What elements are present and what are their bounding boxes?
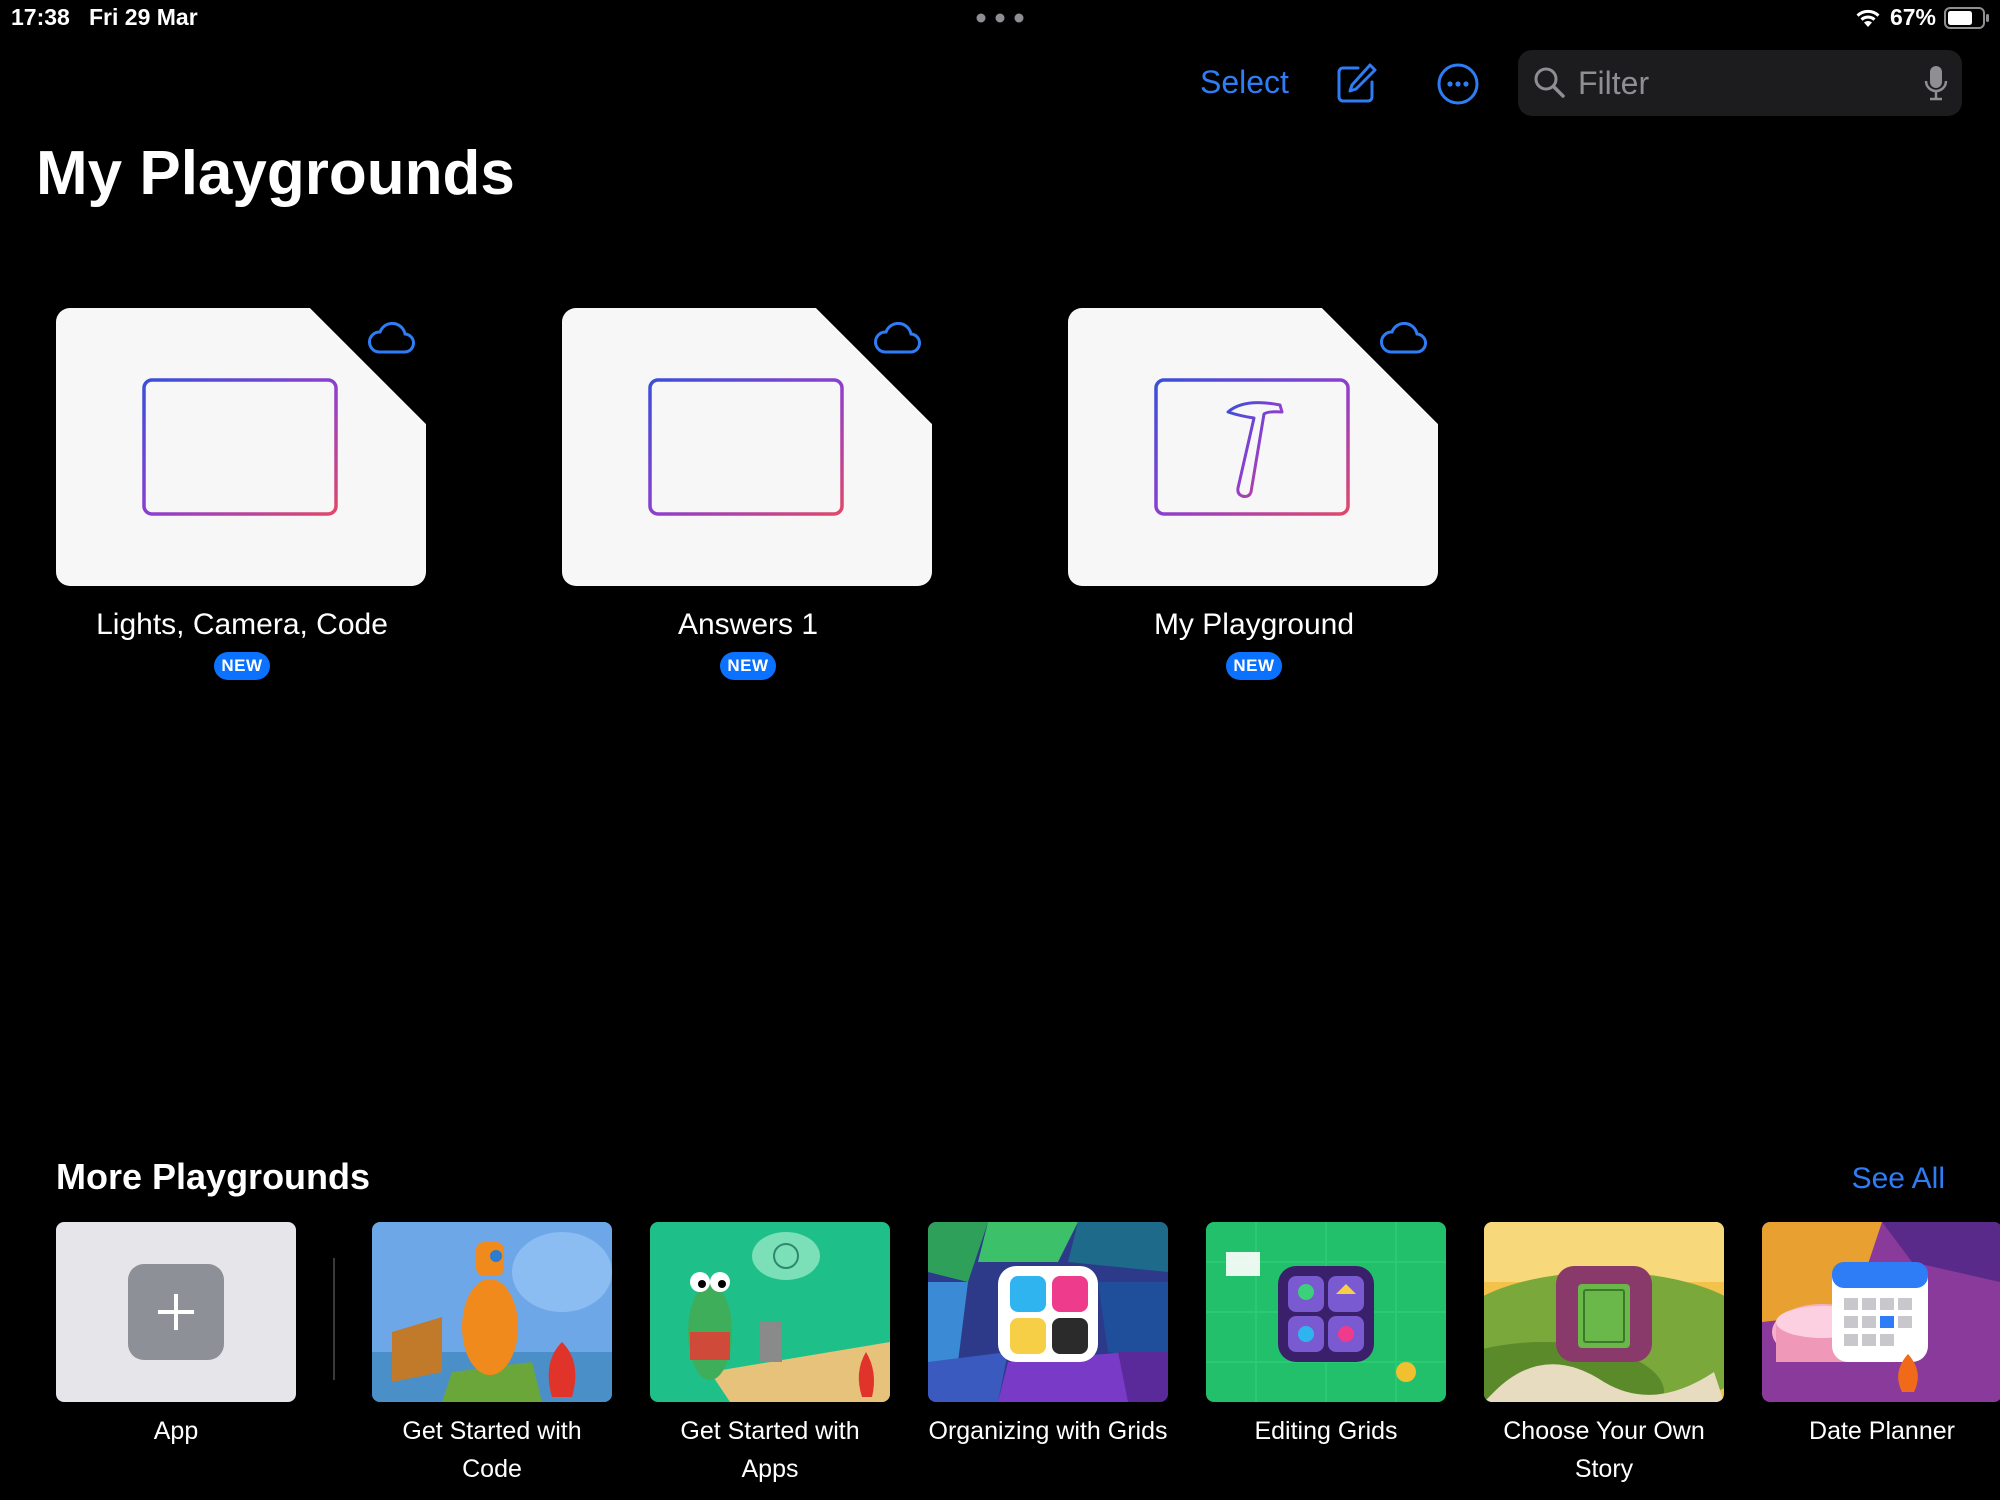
select-button[interactable]: Select xyxy=(1200,64,1289,101)
battery-icon xyxy=(1944,6,1989,29)
playground-name: My Playground xyxy=(1153,608,1355,641)
playground-card[interactable]: Lights, Camera, Code NEW xyxy=(56,308,428,680)
status-time: 17:38 xyxy=(11,4,70,30)
tile-thumbnail[interactable] xyxy=(650,1222,890,1402)
section-title: More Playgrounds xyxy=(56,1156,371,1197)
divider xyxy=(333,1258,335,1380)
page-title: My Playgrounds xyxy=(36,139,515,208)
playground-document-icon[interactable] xyxy=(56,308,426,586)
search-placeholder: Filter xyxy=(1578,65,1650,101)
filter-search-field[interactable]: Filter xyxy=(1518,50,1962,116)
tile-label: Get Started with Code xyxy=(402,1417,582,1483)
icloud-icon xyxy=(1380,322,1427,354)
playground-name: Answers 1 xyxy=(677,608,819,641)
tile-label: Date Planner xyxy=(1809,1417,1955,1445)
see-all-link[interactable]: See All xyxy=(1852,1162,1945,1196)
tile-thumbnail[interactable] xyxy=(928,1222,1168,1402)
new-badge: NEW xyxy=(214,652,270,680)
new-badge: NEW xyxy=(720,652,776,680)
playground-document-icon[interactable] xyxy=(1068,308,1438,586)
new-badge: NEW xyxy=(1226,652,1282,680)
tile-thumbnail[interactable] xyxy=(372,1222,612,1402)
icloud-icon xyxy=(368,322,415,354)
compose-icon[interactable] xyxy=(1334,62,1378,106)
tile-thumbnail[interactable] xyxy=(56,1222,296,1402)
playground-name: Lights, Camera, Code xyxy=(96,608,388,641)
tile-label: Get Started with Apps xyxy=(680,1417,860,1483)
playground-card[interactable]: Answers 1 NEW xyxy=(562,308,934,680)
playground-card[interactable]: My Playground NEW xyxy=(1068,308,1440,680)
template-tile-choose-story[interactable]: Choose Your Own Story xyxy=(1484,1222,1724,1488)
tile-label: Organizing with Grids xyxy=(928,1417,1168,1445)
template-tile-get-started-apps[interactable]: Get Started with Apps xyxy=(650,1222,890,1488)
tile-thumbnail[interactable] xyxy=(1762,1222,2000,1402)
microphone-icon[interactable] xyxy=(1924,65,1948,101)
wifi-icon xyxy=(1856,9,1880,27)
tile-thumbnail[interactable] xyxy=(1206,1222,1446,1402)
tile-label: Editing Grids xyxy=(1254,1417,1398,1445)
template-tile-date-planner[interactable]: Date Planner xyxy=(1762,1222,2000,1450)
tile-label: App xyxy=(153,1417,199,1445)
battery-percentage: 67% xyxy=(1889,4,1936,30)
search-icon xyxy=(1534,67,1565,98)
template-tile-editing-grids[interactable]: Editing Grids xyxy=(1206,1222,1446,1450)
multitasking-dots-icon[interactable] xyxy=(976,13,1024,23)
template-tile-organizing-grids[interactable]: Organizing with Grids xyxy=(928,1222,1168,1450)
status-date: Fri 29 Mar xyxy=(89,4,198,30)
tile-label: Choose Your Own Story xyxy=(1503,1417,1705,1483)
ellipsis-circle-icon[interactable] xyxy=(1436,62,1480,106)
template-tile-app[interactable]: App xyxy=(56,1222,296,1450)
playground-document-icon[interactable] xyxy=(562,308,932,586)
status-bar: 17:38 Fri 29 Mar 67% xyxy=(0,0,2000,36)
icloud-icon xyxy=(874,322,921,354)
tile-thumbnail[interactable] xyxy=(1484,1222,1724,1402)
template-tile-get-started-code[interactable]: Get Started with Code xyxy=(372,1222,612,1488)
